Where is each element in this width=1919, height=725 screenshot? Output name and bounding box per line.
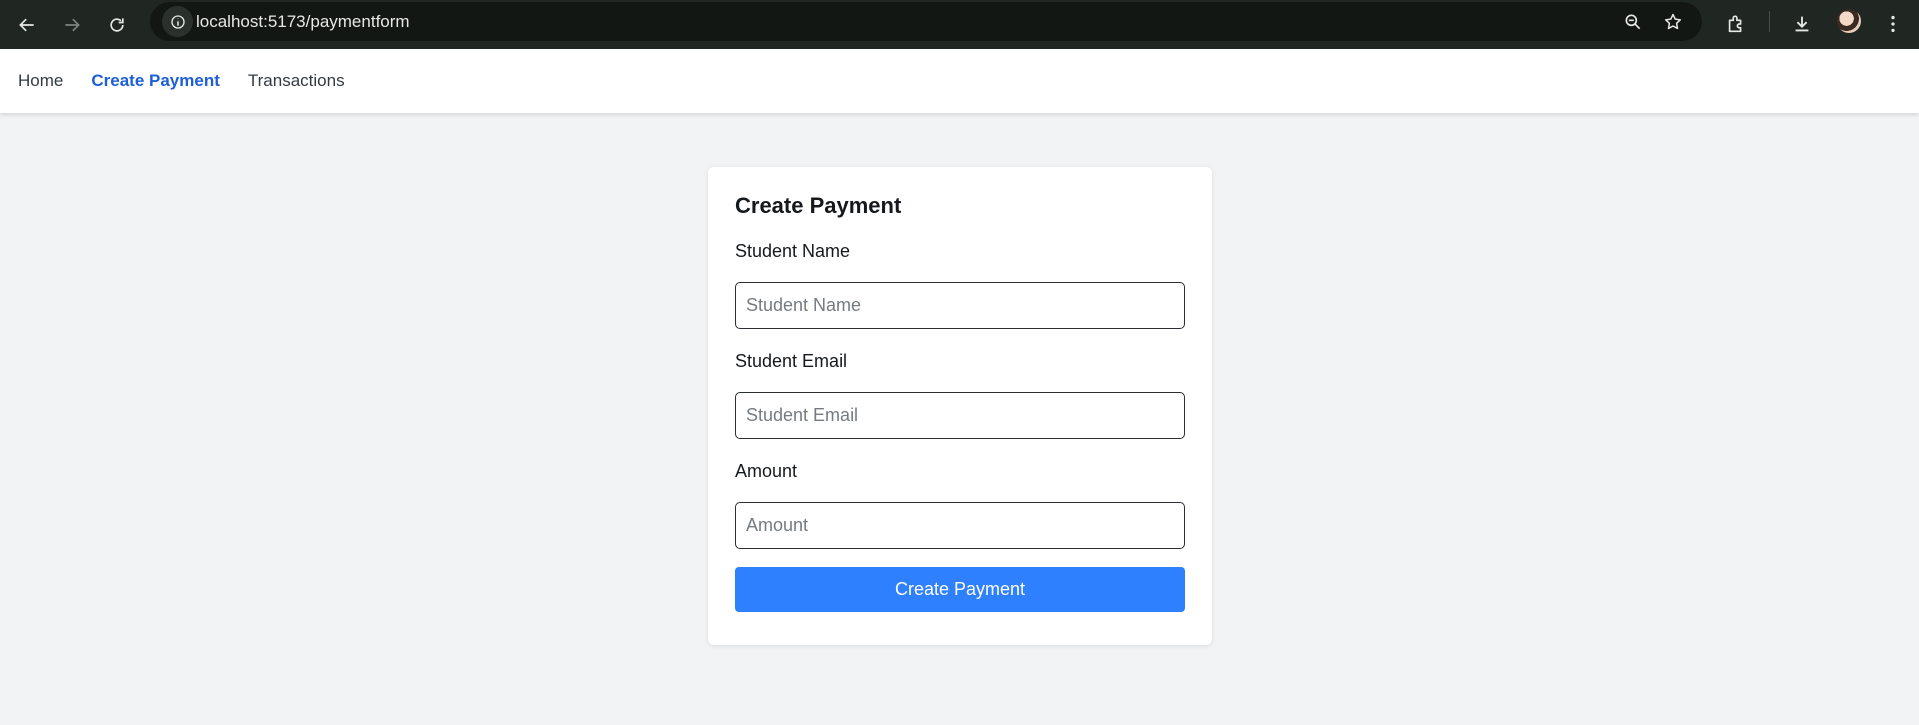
site-info-icon xyxy=(170,14,185,29)
payment-form-card: Create Payment Student Name Student Emai… xyxy=(708,167,1212,645)
student-name-label: Student Name xyxy=(735,241,851,261)
create-payment-button[interactable]: Create Payment xyxy=(735,567,1185,612)
bookmark-star-icon xyxy=(1664,13,1682,30)
reload-icon xyxy=(110,18,124,32)
app-navbar: Home Create Payment Transactions xyxy=(0,49,1919,113)
extensions-button[interactable] xyxy=(1720,8,1752,40)
student-email-label: Student Email xyxy=(735,351,848,371)
reload-button[interactable] xyxy=(100,8,134,42)
extensions-icon xyxy=(1728,15,1742,33)
zoom-button[interactable] xyxy=(1620,9,1646,35)
nav-link-create-payment[interactable]: Create Payment xyxy=(91,71,220,91)
forward-arrow-icon xyxy=(65,18,80,32)
menu-kebab-icon xyxy=(1891,15,1895,33)
browser-toolbar: localhost:5173/paymentform xyxy=(0,0,1919,49)
form-title: Create Payment xyxy=(735,193,902,218)
back-button[interactable] xyxy=(10,8,44,42)
nav-link-home[interactable]: Home xyxy=(18,71,63,91)
zoom-icon xyxy=(1625,14,1641,30)
forward-button[interactable] xyxy=(55,8,89,42)
address-bar[interactable]: localhost:5173/paymentform xyxy=(150,2,1702,41)
browser-menu-button[interactable] xyxy=(1877,8,1909,40)
download-button[interactable] xyxy=(1786,8,1818,40)
amount-label: Amount xyxy=(735,461,798,481)
url-text[interactable]: localhost:5173/paymentform xyxy=(196,12,410,32)
amount-input[interactable] xyxy=(735,502,1185,549)
profile-avatar[interactable] xyxy=(1837,9,1861,33)
bookmark-button[interactable] xyxy=(1660,9,1686,35)
student-name-input[interactable] xyxy=(735,282,1185,329)
toolbar-divider xyxy=(1769,11,1770,32)
site-info-button[interactable] xyxy=(162,6,193,37)
download-icon xyxy=(1795,16,1809,32)
back-arrow-icon xyxy=(19,18,34,32)
nav-link-transactions[interactable]: Transactions xyxy=(248,71,345,91)
student-email-input[interactable] xyxy=(735,392,1185,439)
